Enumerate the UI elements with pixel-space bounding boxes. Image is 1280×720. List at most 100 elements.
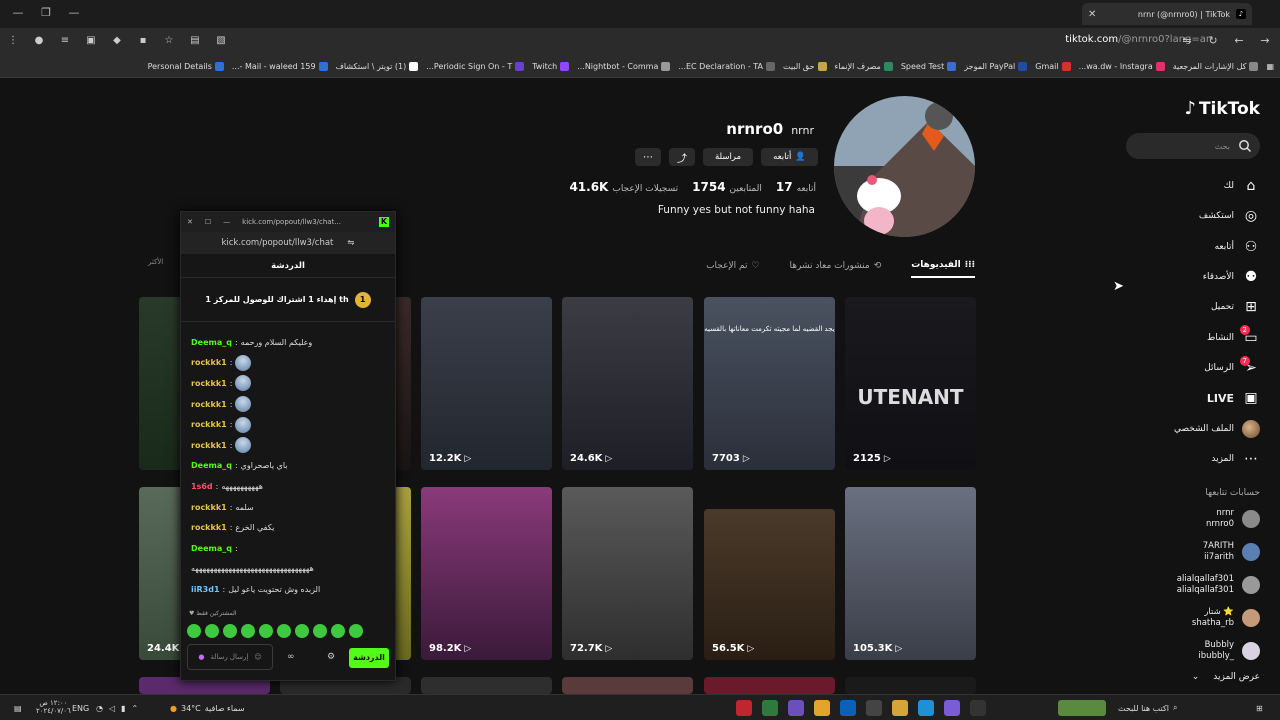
extension-icon[interactable]: ◆ bbox=[110, 34, 124, 48]
emote-icon[interactable] bbox=[349, 624, 363, 638]
chat-username[interactable]: iiR3d1 bbox=[191, 585, 220, 594]
chat-username[interactable]: rockkk1 bbox=[191, 503, 227, 512]
chat-message[interactable]: rockkk1: bbox=[191, 353, 387, 374]
chat-message[interactable]: rockkk1: يكفي الخرع bbox=[191, 517, 387, 538]
chat-input[interactable]: ● إرسال رسالة ☺ bbox=[187, 644, 273, 670]
emote-icon[interactable] bbox=[187, 624, 201, 638]
followed-account[interactable]: alialqallaf301 alialqallaf301 bbox=[1120, 574, 1260, 596]
bookmark-item[interactable]: Mail - waleed 159 -... bbox=[232, 62, 328, 71]
stat-item[interactable]: أتابعه 17 bbox=[776, 180, 816, 194]
emote-icon[interactable] bbox=[223, 624, 237, 638]
chat-username[interactable]: Deema_q bbox=[191, 544, 232, 553]
emote-icon[interactable] bbox=[277, 624, 291, 638]
minimize-icon[interactable]: — bbox=[10, 6, 26, 22]
share-button[interactable]: ⤴ bbox=[668, 148, 695, 166]
chat-message[interactable]: 1s6d: ههههههههههه bbox=[191, 476, 387, 497]
bookmark-item[interactable]: EC Declaration - TA... bbox=[678, 62, 776, 71]
notification-icon[interactable]: ▤ bbox=[14, 700, 22, 716]
sidebar-item-8[interactable]: الملف الشخصي bbox=[1110, 413, 1260, 443]
chat-message[interactable]: iiR3d1: الزبده وش تحتويت ياعو ليل bbox=[191, 579, 387, 600]
bookmark-item[interactable]: PayPal الموجز bbox=[964, 62, 1028, 71]
followed-account[interactable]: شتار ⭐ shatha_rb bbox=[1120, 607, 1260, 629]
video-thumbnail[interactable]: 7703 يجد القضيه لما مجيته تكرمت معاناتها … bbox=[704, 297, 835, 470]
video-thumbnail[interactable] bbox=[562, 677, 693, 694]
app-icon[interactable] bbox=[944, 700, 960, 716]
sidebar-item-6[interactable]: الرسائل ➢ 7 bbox=[1110, 353, 1260, 383]
back-icon[interactable]: → bbox=[1258, 34, 1272, 48]
chat-message[interactable]: rockkk1: bbox=[191, 435, 387, 456]
sidebar-item-5[interactable]: النشاط ▭ 2 bbox=[1110, 322, 1260, 352]
send-chat-button[interactable]: الدردشة bbox=[349, 648, 389, 668]
profile-icon[interactable]: ● bbox=[32, 34, 46, 48]
chat-message[interactable]: rockkk1: bbox=[191, 373, 387, 394]
bookmark-item[interactable]: Speed Test bbox=[901, 62, 957, 71]
video-thumbnail[interactable]: 105.3K bbox=[845, 487, 976, 660]
bookmark-item[interactable]: wa.dw - Instagra... bbox=[1079, 62, 1165, 71]
site-settings-icon[interactable]: ⇋ bbox=[1180, 34, 1194, 48]
menu-icon[interactable]: ⋮ bbox=[6, 34, 20, 48]
tab-videos[interactable]: الفيديوهات ⁝⁝⁝ bbox=[911, 254, 975, 278]
bookmark-item[interactable]: Gmail bbox=[1035, 62, 1071, 71]
infinity-icon[interactable]: ∞ bbox=[287, 652, 295, 662]
followed-account[interactable]: Bubbly ibubbly_ bbox=[1120, 640, 1260, 662]
emote-icon[interactable] bbox=[205, 624, 219, 638]
gear-icon[interactable]: ⚙ bbox=[327, 652, 335, 662]
app-icon[interactable] bbox=[736, 700, 752, 716]
search-thumbnail[interactable] bbox=[1058, 700, 1106, 716]
search-input[interactable]: بحث bbox=[1126, 133, 1260, 159]
chat-message[interactable]: rockkk1: bbox=[191, 394, 387, 415]
chat-username[interactable]: rockkk1 bbox=[191, 441, 227, 450]
close-tab-icon[interactable]: ✕ bbox=[1088, 9, 1096, 20]
sidebar-item-0[interactable]: لك ⌂ bbox=[1110, 171, 1260, 201]
explorer-icon[interactable] bbox=[892, 700, 908, 716]
close-window-icon[interactable]: — bbox=[66, 6, 82, 22]
restore-icon[interactable]: ❐ bbox=[38, 6, 54, 22]
tab-liked[interactable]: تم الإعجاب ♡ bbox=[706, 254, 759, 278]
video-thumbnail[interactable]: 24.6K bbox=[562, 297, 693, 470]
chat-username[interactable]: 1s6d bbox=[191, 482, 213, 491]
bookmark-item[interactable]: Nightbot - Comma... bbox=[577, 62, 671, 71]
stat-item[interactable]: تسجيلات الإعجاب 41.6K bbox=[569, 180, 678, 194]
maximize-icon[interactable]: ☐ bbox=[205, 218, 211, 226]
chat-username[interactable]: Deema_q bbox=[191, 461, 232, 470]
app-icon[interactable] bbox=[762, 700, 778, 716]
bookmark-item[interactable]: Personal Details bbox=[148, 62, 224, 71]
wifi-icon[interactable]: ◔ bbox=[96, 704, 103, 713]
minimize-icon[interactable]: — bbox=[223, 218, 230, 226]
bookmark-item[interactable]: Twitch bbox=[532, 62, 570, 71]
chat-message[interactable]: rockkk1: سلمه bbox=[191, 497, 387, 518]
clock[interactable]: ١٢:٠٠ ص ٢٠٢٤/٠٧/٠٦ bbox=[36, 699, 71, 715]
followed-account[interactable]: nrnr nrnro0 bbox=[1120, 508, 1260, 530]
volume-icon[interactable]: ◁ bbox=[109, 704, 115, 713]
close-icon[interactable]: ✕ bbox=[187, 218, 193, 226]
stat-item[interactable]: المتابعين 1754 bbox=[692, 180, 762, 194]
edge-icon[interactable] bbox=[918, 700, 934, 716]
emote-icon[interactable] bbox=[241, 624, 255, 638]
video-thumbnail[interactable]: 56.5K bbox=[704, 509, 835, 660]
outlook-icon[interactable] bbox=[840, 700, 856, 716]
sidebar-item-1[interactable]: استكشف ◎ bbox=[1110, 201, 1260, 231]
chat-username[interactable]: rockkk1 bbox=[191, 400, 227, 409]
extension-icon[interactable]: ▪ bbox=[136, 34, 150, 48]
more-options-button[interactable]: ⋯ bbox=[634, 148, 661, 166]
weather-widget[interactable]: ● 34°C سماء صافية bbox=[170, 700, 245, 716]
bookmark-star-icon[interactable]: ☆ bbox=[162, 34, 176, 48]
video-thumbnail[interactable] bbox=[704, 677, 835, 694]
browser-tab-tiktok[interactable]: ✕ nrnr (@nrnro0) | TikTok ♪ bbox=[1082, 3, 1252, 25]
message-button[interactable]: مراسلة bbox=[702, 148, 754, 166]
bookmark-item[interactable]: Periodic Sign On - T... bbox=[426, 62, 525, 71]
bookmark-item[interactable]: حق البيت bbox=[783, 62, 827, 71]
site-settings-icon[interactable]: ⇋ bbox=[347, 238, 354, 248]
followed-account[interactable]: 7ARITH ii7arith bbox=[1120, 541, 1260, 563]
bookmarks-grid-icon[interactable]: ▦ bbox=[1266, 62, 1274, 71]
bookmark-item[interactable]: مصرف الإنماء bbox=[835, 62, 893, 71]
video-thumbnail[interactable] bbox=[845, 677, 976, 694]
chat-message[interactable]: ههههههههههههههههههههههههههههههههه bbox=[191, 559, 387, 580]
app-icon[interactable] bbox=[866, 700, 882, 716]
language-indicator[interactable]: ENG bbox=[72, 700, 89, 716]
extension-icon[interactable]: ▤ bbox=[188, 34, 202, 48]
chat-username[interactable]: rockkk1 bbox=[191, 358, 227, 367]
chat-message[interactable]: Deema_q: وعليكم السلام ورحمه bbox=[191, 332, 387, 353]
see-more-link[interactable]: ⌄ عرض المزيد bbox=[1192, 672, 1260, 682]
chat-username[interactable]: rockkk1 bbox=[191, 379, 227, 388]
